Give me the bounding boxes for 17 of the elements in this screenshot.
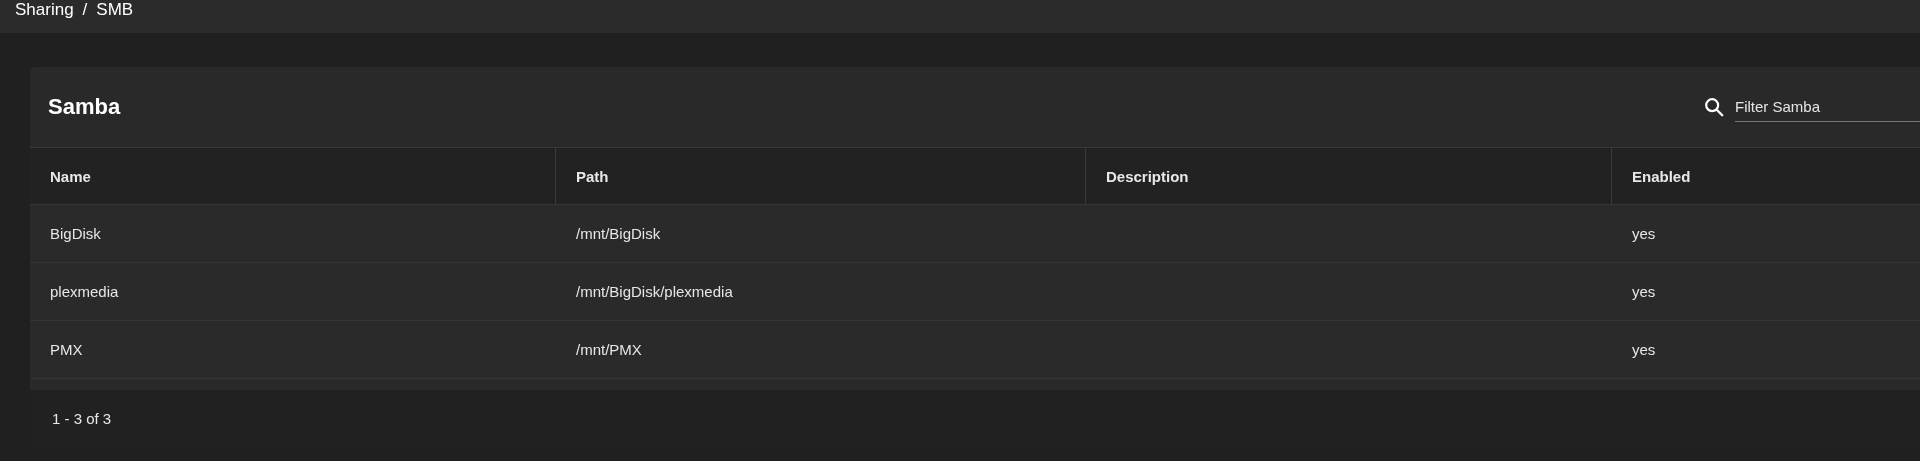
breadcrumb-item: / [82, 0, 88, 20]
table-cell: yes [1632, 341, 1656, 358]
table-cell: BigDisk [50, 225, 101, 242]
table-cell: /mnt/BigDisk/plexmedia [576, 283, 733, 300]
table-cell: plexmedia [50, 283, 119, 300]
filter-field[interactable]: Filter Samba [1735, 92, 1920, 122]
breadcrumb-item: SMB [96, 0, 134, 20]
search-icon [1703, 96, 1725, 118]
table-cell: /mnt/PMX [576, 341, 642, 358]
card-title: Samba [47, 94, 121, 120]
column-header[interactable]: Enabled [1612, 148, 1920, 204]
table-cell: yes [1632, 225, 1656, 242]
paginator-range: 1 - 3 of 3 [52, 410, 112, 427]
table-cell: yes [1632, 283, 1656, 300]
table-cell: PMX [50, 341, 83, 358]
breadcrumb-item[interactable]: Sharing [15, 0, 74, 20]
table-cell: /mnt/BigDisk [576, 225, 661, 242]
